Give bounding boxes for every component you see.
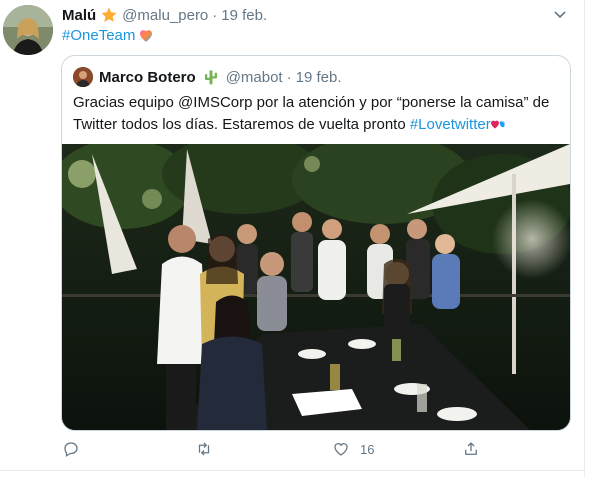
cactus-icon bbox=[202, 68, 220, 86]
quoted-author-handle: @mabot bbox=[225, 68, 283, 86]
like-button[interactable]: 16 bbox=[332, 440, 374, 458]
quoted-author-name: Marco Botero bbox=[99, 68, 196, 86]
retweet-button[interactable] bbox=[195, 440, 223, 458]
author-handle[interactable]: @malu_pero bbox=[122, 7, 208, 24]
share-icon bbox=[465, 442, 477, 455]
like-count: 16 bbox=[360, 441, 375, 457]
tweet[interactable]: Malú @malu_pero · 19 feb. #OneTeam Marco… bbox=[0, 0, 602, 477]
timeline-divider bbox=[584, 0, 585, 477]
avatar-image bbox=[3, 5, 53, 55]
group-photo[interactable] bbox=[62, 144, 570, 430]
heart-bird-icon bbox=[490, 115, 505, 129]
star-icon bbox=[100, 6, 118, 24]
quoted-author-avatar bbox=[73, 67, 93, 87]
quoted-tweet-date: 19 feb. bbox=[295, 68, 342, 86]
separator-dot: · bbox=[286, 68, 292, 86]
retweet-icon bbox=[198, 442, 210, 456]
heart-outline-icon bbox=[334, 443, 348, 456]
hashtag-link[interactable]: #OneTeam bbox=[62, 27, 135, 44]
quoted-tweet-header: Marco Botero @mabot · 19 feb. bbox=[73, 66, 341, 88]
chevron-down-icon[interactable] bbox=[552, 6, 568, 22]
hashtag-link[interactable]: #Lovetwitter bbox=[410, 116, 491, 133]
heart-icon bbox=[137, 26, 155, 44]
author-avatar[interactable] bbox=[3, 5, 53, 55]
tweet-text: #OneTeam bbox=[62, 26, 155, 44]
tweet-date[interactable]: 19 feb. bbox=[221, 7, 267, 24]
separator-dot: · bbox=[212, 6, 218, 24]
reply-icon bbox=[64, 442, 78, 457]
photo-image bbox=[62, 144, 570, 430]
tweet-header: Malú @malu_pero · 19 feb. bbox=[62, 4, 267, 26]
tweet-divider bbox=[0, 470, 584, 471]
quoted-tweet-text: Gracias equipo @IMSCorp por la atención … bbox=[73, 92, 563, 136]
quoted-tweet[interactable]: Marco Botero @mabot · 19 feb. Gracias eq… bbox=[61, 55, 571, 431]
author-name[interactable]: Malú bbox=[62, 7, 96, 24]
tweet-actions: 16 bbox=[62, 440, 582, 462]
share-button[interactable] bbox=[462, 440, 490, 458]
reply-button[interactable] bbox=[62, 440, 90, 458]
